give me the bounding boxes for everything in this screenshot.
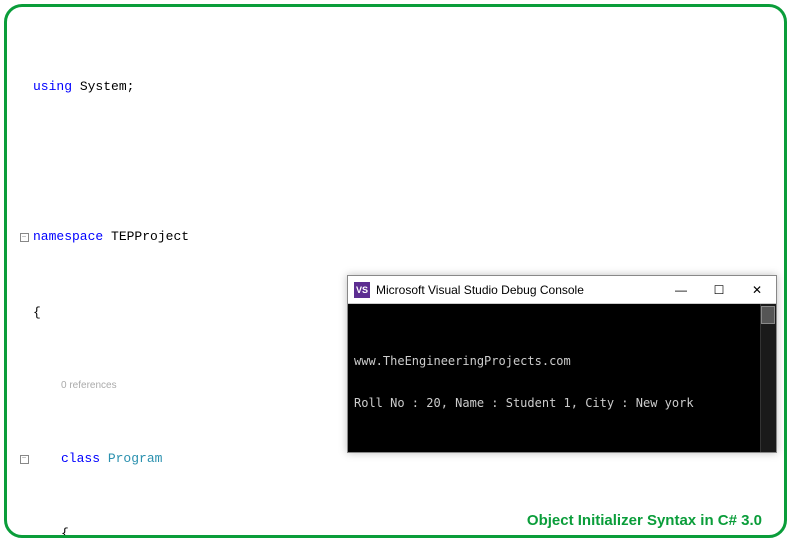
image-caption: Object Initializer Syntax in C# 3.0 — [527, 512, 762, 529]
console-line: Roll No : 20, Name : Student 1, City : N… — [354, 396, 694, 410]
console-titlebar[interactable]: VS Microsoft Visual Studio Debug Console… — [348, 276, 776, 304]
fold-gutter[interactable]: − — [17, 233, 31, 242]
maximize-button[interactable]: ☐ — [700, 276, 738, 304]
class-program: Program — [108, 451, 163, 466]
console-line: www.TheEngineeringProjects.com — [354, 354, 571, 368]
scrollbar-track[interactable] — [760, 304, 776, 452]
keyword-namespace: namespace — [33, 229, 103, 244]
keyword-class: class — [61, 451, 100, 466]
open-brace: { — [33, 305, 41, 320]
fold-gutter[interactable]: − — [17, 455, 31, 464]
codelens-refs[interactable]: 0 references — [33, 379, 117, 394]
scrollbar-thumb[interactable] — [761, 306, 775, 324]
keyword-using: using — [33, 79, 72, 94]
console-window[interactable]: VS Microsoft Visual Studio Debug Console… — [347, 275, 777, 453]
console-output[interactable]: www.TheEngineeringProjects.com Roll No :… — [348, 304, 776, 452]
vs-icon: VS — [354, 282, 370, 298]
image-frame: using System; −namespace TEPProject { 0 … — [4, 4, 787, 538]
close-button[interactable]: ✕ — [738, 276, 776, 304]
namespace-system: System — [80, 79, 127, 94]
minimize-button[interactable]: — — [662, 276, 700, 304]
namespace-name: TEPProject — [111, 229, 189, 244]
console-title: Microsoft Visual Studio Debug Console — [376, 283, 662, 297]
